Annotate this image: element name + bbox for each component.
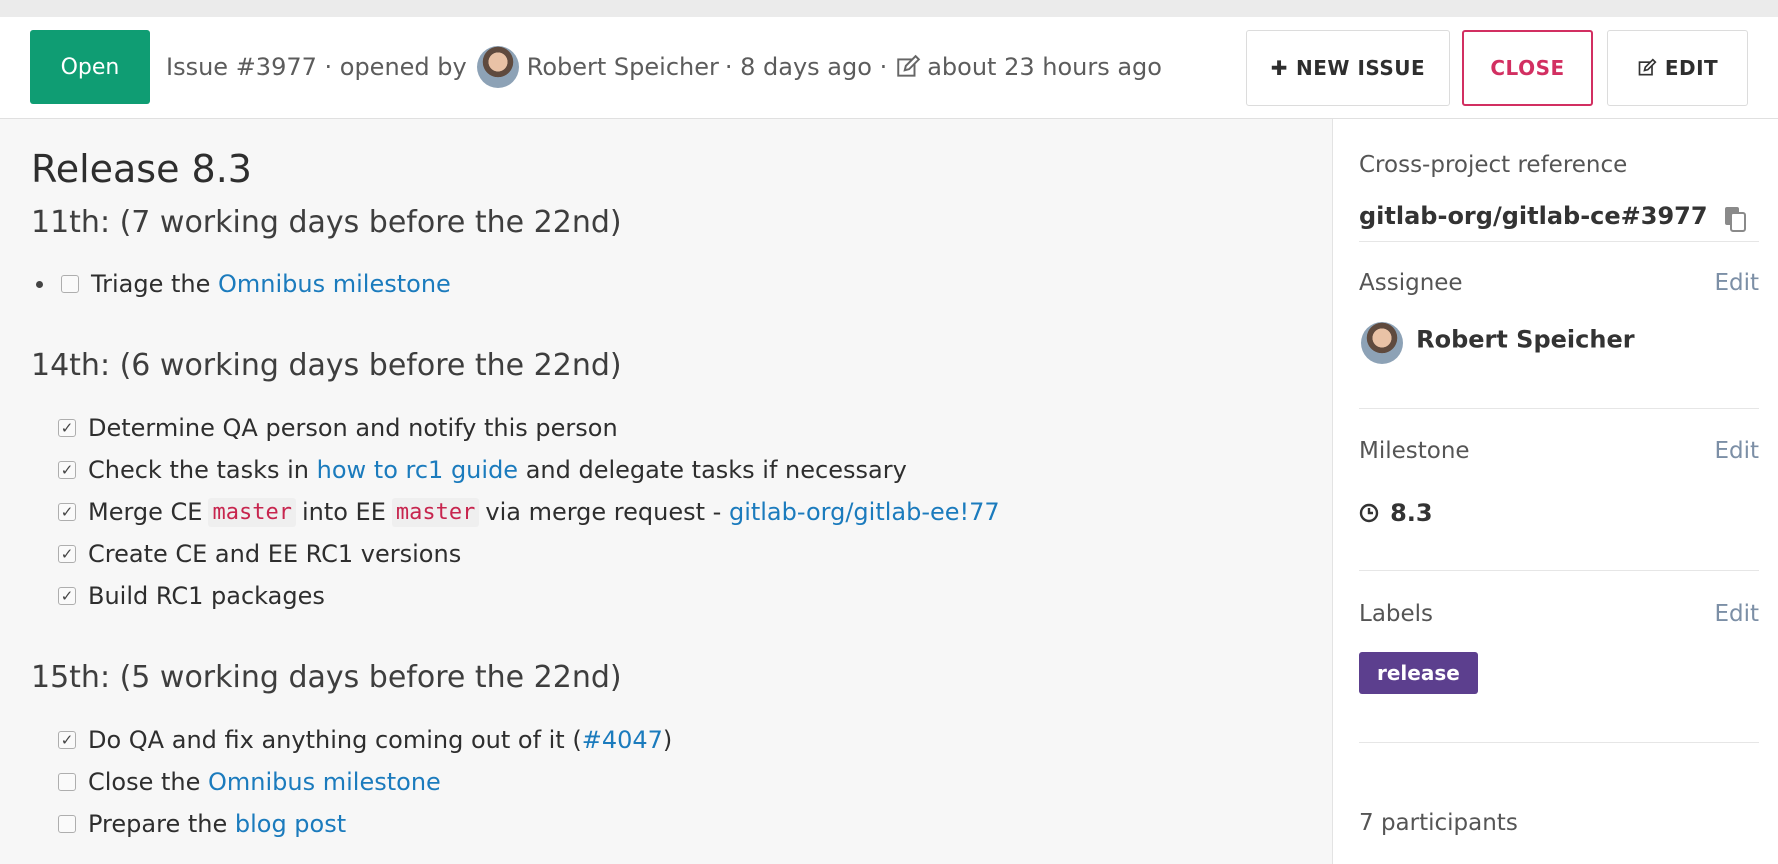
- task-list: Triage the Omnibus milestone: [36, 263, 451, 305]
- plus-icon: ✚: [1270, 56, 1289, 80]
- task-text-after: ): [662, 726, 673, 754]
- task-item: Prepare the blog post: [58, 803, 672, 845]
- pencil-icon: [897, 54, 921, 77]
- milestone-label: Milestone: [1359, 438, 1470, 464]
- edit-issue-button[interactable]: EDIT: [1607, 30, 1748, 106]
- task-checkbox[interactable]: ✓: [58, 731, 76, 749]
- task-text: Triage the: [91, 270, 219, 298]
- assignee-block: Assignee Edit Robert Speicher: [1359, 242, 1759, 409]
- issue-status-badge: Open: [30, 30, 150, 104]
- task-item: Triage the Omnibus milestone: [36, 263, 451, 305]
- reference-label: Cross-project reference: [1359, 152, 1628, 178]
- milestone-edit-link[interactable]: Edit: [1714, 438, 1759, 464]
- task-checkbox[interactable]: [61, 275, 79, 293]
- task-text: Merge CE: [88, 498, 203, 526]
- task-text: Check the tasks in: [88, 456, 317, 484]
- close-issue-label: CLOSE: [1490, 56, 1565, 80]
- task-item: ✓ Build RC1 packages: [58, 575, 1000, 617]
- pencil-icon: [1638, 58, 1657, 76]
- close-issue-button[interactable]: CLOSE: [1462, 30, 1593, 106]
- task-text-after: and delegate tasks if necessary: [518, 456, 907, 484]
- task-link[interactable]: how to rc1 guide: [317, 456, 518, 484]
- edit-issue-label: EDIT: [1664, 56, 1719, 80]
- new-issue-button[interactable]: ✚ NEW ISSUE: [1246, 30, 1450, 106]
- task-text: Prepare the: [88, 810, 235, 838]
- release-label-badge[interactable]: release: [1359, 652, 1478, 694]
- task-checkbox[interactable]: ✓: [58, 587, 76, 605]
- cross-project-reference: Cross-project reference gitlab-org/gitla…: [1359, 119, 1759, 242]
- section-heading: 15th: (5 working days before the 22nd): [31, 660, 622, 695]
- issue-header: Open Issue #3977 · opened by Robert Spei…: [0, 17, 1778, 119]
- task-text: Create CE and EE RC1 versions: [88, 540, 462, 568]
- milestone-block: Milestone Edit 8.3: [1359, 409, 1759, 571]
- section-heading: 11th: (7 working days before the 22nd): [31, 205, 622, 240]
- milestone-name: 8.3: [1390, 499, 1433, 527]
- labels-label: Labels: [1359, 601, 1434, 627]
- code-span: master: [391, 497, 480, 527]
- top-strip: [0, 0, 1778, 17]
- task-item: ✓ Do QA and fix anything coming out of i…: [58, 719, 672, 761]
- task-link[interactable]: Omnibus milestone: [208, 768, 441, 796]
- copy-icon[interactable]: [1723, 205, 1747, 233]
- task-checkbox[interactable]: [58, 815, 76, 833]
- task-checkbox[interactable]: ✓: [58, 419, 76, 437]
- task-item: ✓ Create CE and EE RC1 versions: [58, 533, 1000, 575]
- task-item: ✓ Check the tasks in how to rc1 guide an…: [58, 449, 1000, 491]
- task-text: Determine QA person and notify this pers…: [88, 414, 618, 442]
- assignee-avatar: [1361, 322, 1403, 364]
- issue-meta: Issue #3977 · opened by Robert Speicher …: [166, 46, 1162, 88]
- assignee-label: Assignee: [1359, 270, 1463, 296]
- merge-request-link[interactable]: gitlab-org/gitlab-ee!77: [729, 498, 1000, 526]
- assignee-user[interactable]: Robert Speicher: [1361, 322, 1635, 364]
- task-item: Close the Omnibus milestone: [58, 761, 672, 803]
- labels-block: Labels Edit release: [1359, 571, 1759, 743]
- task-checkbox[interactable]: [58, 773, 76, 791]
- task-link[interactable]: Omnibus milestone: [218, 270, 451, 298]
- task-text: Close the: [88, 768, 209, 796]
- issue-description: Release 8.3 11th: (7 working days before…: [0, 119, 1332, 864]
- task-text: Do QA and fix anything coming out of it …: [88, 726, 582, 754]
- issue-reference-text: Issue #3977 · opened by: [166, 53, 467, 81]
- new-issue-label: NEW ISSUE: [1296, 56, 1426, 80]
- labels-edit-link[interactable]: Edit: [1714, 601, 1759, 627]
- task-item: ✓ Merge CE master into EE master via mer…: [58, 491, 1000, 533]
- task-item: ✓ Determine QA person and notify this pe…: [58, 407, 1000, 449]
- opened-time: · 8 days ago ·: [724, 53, 888, 81]
- bullet-icon: [36, 280, 43, 288]
- task-list: ✓ Do QA and fix anything coming out of i…: [58, 719, 672, 845]
- participants-count: 7 participants: [1359, 810, 1518, 836]
- issue-sidebar: Cross-project reference gitlab-org/gitla…: [1332, 119, 1778, 864]
- assignee-name: Robert Speicher: [1416, 325, 1635, 354]
- task-checkbox[interactable]: ✓: [58, 503, 76, 521]
- task-checkbox[interactable]: ✓: [58, 545, 76, 563]
- assignee-edit-link[interactable]: Edit: [1714, 270, 1759, 296]
- reference-value: gitlab-org/gitlab-ce#3977: [1359, 202, 1708, 230]
- issue-title: Release 8.3: [31, 147, 252, 191]
- issue-link[interactable]: #4047: [582, 726, 663, 754]
- clock-icon: [1359, 503, 1379, 523]
- task-text-after: via merge request -: [485, 498, 729, 526]
- task-link[interactable]: blog post: [235, 810, 346, 838]
- issue-page: Open Issue #3977 · opened by Robert Spei…: [0, 0, 1778, 864]
- task-text: Build RC1 packages: [88, 582, 325, 610]
- milestone-value[interactable]: 8.3: [1359, 499, 1433, 527]
- task-checkbox[interactable]: ✓: [58, 461, 76, 479]
- edited-time: about 23 hours ago: [927, 53, 1162, 81]
- section-heading: 14th: (6 working days before the 22nd): [31, 348, 622, 383]
- task-text-mid: into EE: [301, 498, 386, 526]
- code-span: master: [208, 497, 296, 527]
- author-avatar[interactable]: [476, 46, 519, 88]
- task-list: ✓ Determine QA person and notify this pe…: [58, 407, 1000, 617]
- author-link[interactable]: Robert Speicher: [527, 53, 719, 81]
